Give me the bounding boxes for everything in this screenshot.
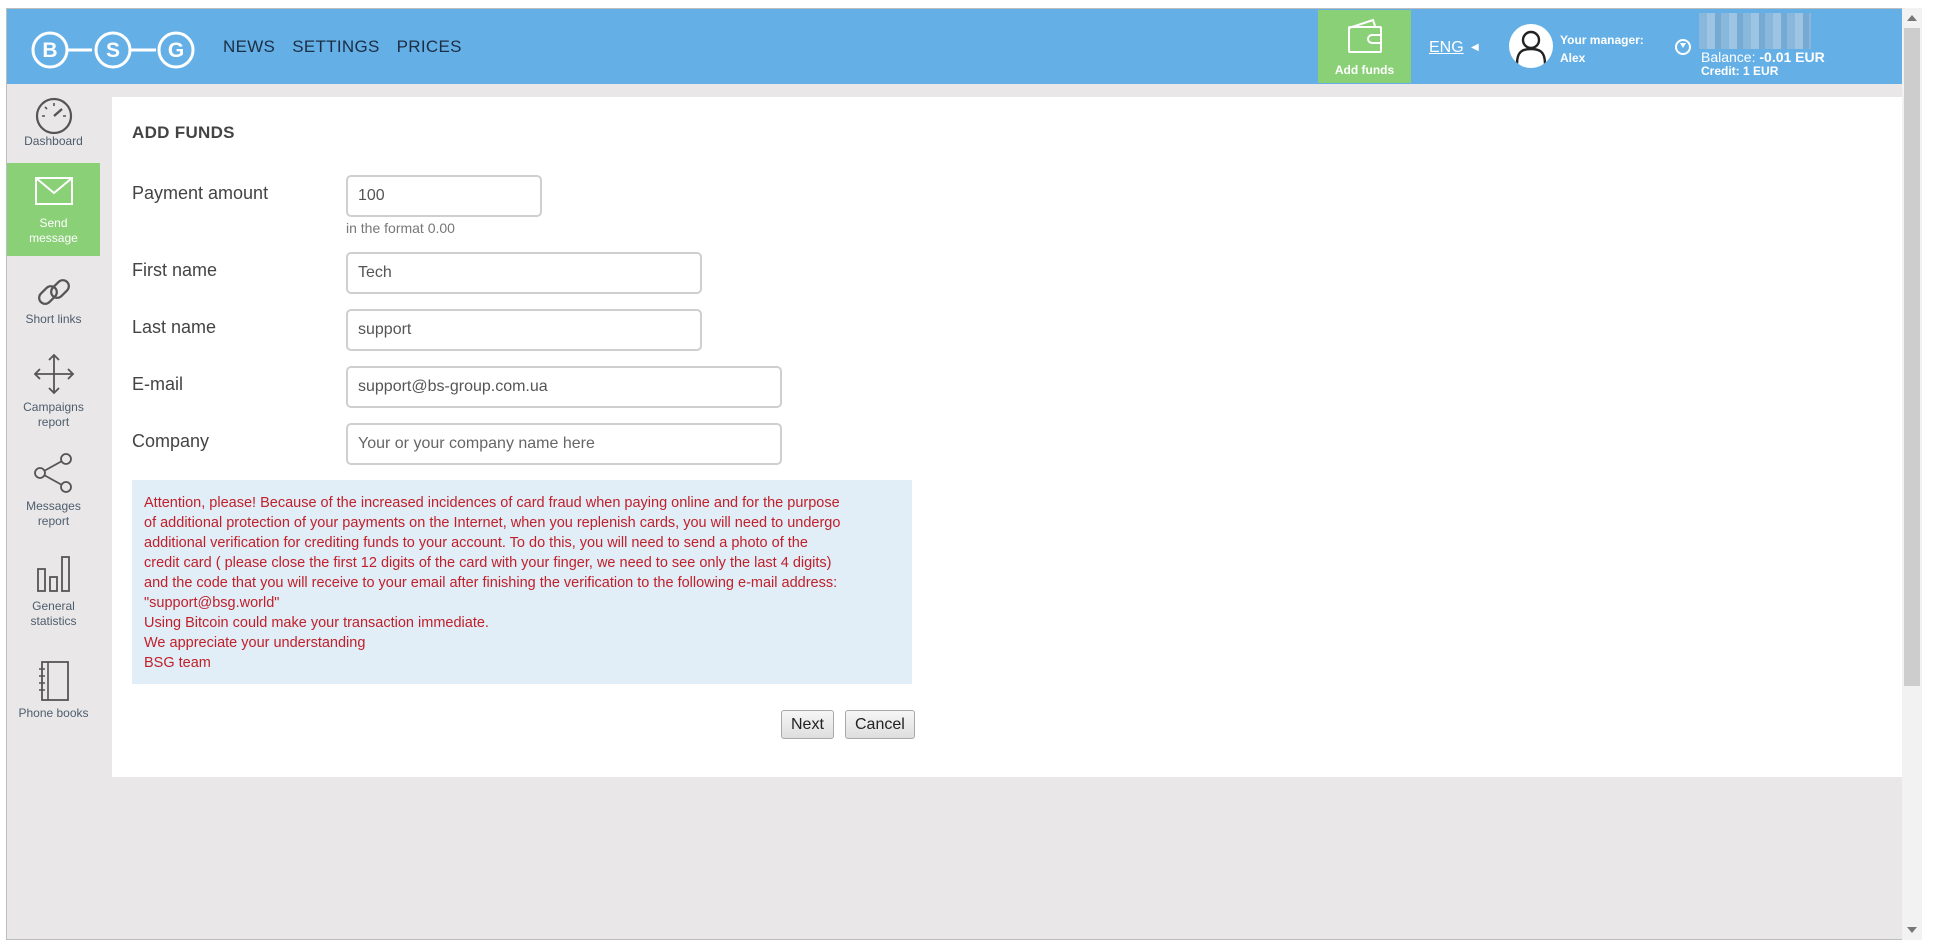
sidebar-item-label: Phone books xyxy=(18,706,89,720)
sidebar-item-label: Dashboard xyxy=(24,134,83,148)
link-icon xyxy=(37,279,70,305)
logo-letter-b: B xyxy=(42,39,57,62)
verification-notice: Attention, please! Because of the increa… xyxy=(132,480,912,684)
email-label: E-mail xyxy=(132,374,184,394)
share-icon xyxy=(33,453,72,493)
payment-amount-label: Payment amount xyxy=(132,183,269,203)
add-funds-panel: ADD FUNDS Payment amount in the format 0… xyxy=(112,97,1908,777)
user-icon xyxy=(1515,30,1547,65)
nav-settings[interactable]: SETTINGS xyxy=(292,37,379,57)
sidebar-item-label-line2: statistics xyxy=(30,614,77,628)
first-name-label: First name xyxy=(132,260,218,280)
notice-line: "support@bsg.world" xyxy=(144,595,280,611)
add-funds-button[interactable]: Add funds xyxy=(1318,10,1411,83)
sidebar-item-label: General xyxy=(32,599,75,613)
envelope-icon xyxy=(34,177,73,205)
notebook-icon xyxy=(38,661,69,701)
credit: Credit: 1 EUR xyxy=(1701,64,1778,78)
top-bar: B S G NEWS SETTINGS PRICES Add funds ENG… xyxy=(7,9,1908,84)
sidebar-item-label-line2: report xyxy=(37,514,70,528)
sidebar: Dashboard Send message Short links Campa… xyxy=(7,84,100,939)
email-input[interactable] xyxy=(346,366,782,408)
sidebar-item-short-links[interactable]: Short links xyxy=(7,272,100,334)
avatar xyxy=(1509,24,1553,68)
company-input[interactable] xyxy=(346,423,782,465)
sidebar-item-label: Send xyxy=(39,216,68,230)
notice-line: and the code that you will receive to yo… xyxy=(144,575,838,591)
payment-amount-hint: in the format 0.00 xyxy=(346,220,455,236)
sidebar-item-campaigns-report[interactable]: Campaigns report xyxy=(7,352,100,438)
notice-line: Using Bitcoin could make your transactio… xyxy=(144,615,489,631)
sidebar-item-dashboard[interactable]: Dashboard xyxy=(7,94,100,156)
sidebar-item-phone-books[interactable]: Phone books xyxy=(7,660,100,730)
bsg-logo[interactable]: B S G xyxy=(30,28,204,72)
company-label: Company xyxy=(132,431,210,451)
notice-line: Attention, please! Because of the increa… xyxy=(144,495,840,511)
first-name-input[interactable] xyxy=(346,252,702,294)
last-name-label: Last name xyxy=(132,317,217,337)
speedometer-icon xyxy=(35,97,72,134)
sidebar-item-label: Campaigns xyxy=(23,400,84,414)
balance-value: -0.01 EUR xyxy=(1759,49,1825,65)
caret-left-icon[interactable]: ◀ xyxy=(1471,42,1479,53)
app-window: B S G NEWS SETTINGS PRICES Add funds ENG… xyxy=(6,8,1909,940)
wallet-icon xyxy=(1348,18,1382,53)
notice-line: credit card ( please close the first 12 … xyxy=(144,555,832,571)
last-name-input[interactable] xyxy=(346,309,702,351)
next-button[interactable]: Next xyxy=(781,710,834,739)
credit-value: 1 EUR xyxy=(1743,64,1779,78)
nav-prices[interactable]: PRICES xyxy=(397,37,462,57)
cancel-button[interactable]: Cancel xyxy=(845,710,915,739)
notice-line: additional verification for crediting fu… xyxy=(144,535,808,551)
vertical-scrollbar[interactable] xyxy=(1902,8,1922,940)
balance: Balance: -0.01 EUR xyxy=(1701,49,1825,65)
scroll-thumb[interactable] xyxy=(1904,28,1920,686)
manager-name: Alex xyxy=(1560,51,1586,65)
manager-label: Your manager: xyxy=(1560,33,1644,47)
add-funds-label: Add funds xyxy=(1334,63,1395,77)
scroll-up-icon[interactable] xyxy=(1907,15,1917,21)
notice-line: We appreciate your understanding xyxy=(144,635,366,651)
payment-amount-input[interactable] xyxy=(346,175,542,217)
sidebar-item-label-line2: message xyxy=(29,231,78,245)
sidebar-item-general-statistics[interactable]: General statistics xyxy=(7,551,100,637)
notice-line: BSG team xyxy=(144,655,211,671)
balance-label: Balance: xyxy=(1701,49,1756,65)
sidebar-item-label: Short links xyxy=(25,312,82,326)
page-title: ADD FUNDS xyxy=(132,123,235,142)
move-arrows-icon xyxy=(33,353,74,395)
bar-chart-icon xyxy=(36,556,70,592)
sidebar-item-send-message[interactable]: Send message xyxy=(7,163,100,256)
balance-dropdown-icon[interactable] xyxy=(1675,39,1691,55)
nav-news[interactable]: NEWS xyxy=(223,37,275,57)
sidebar-item-label-line2: report xyxy=(37,415,70,429)
sidebar-item-label: Messages xyxy=(26,499,81,513)
manager-info: Your manager: Alex xyxy=(1560,31,1644,67)
notice-line: of additional protection of your payment… xyxy=(144,515,841,531)
logo-letter-g: G xyxy=(168,39,184,62)
sidebar-item-messages-report[interactable]: Messages report xyxy=(7,451,100,537)
credit-label: Credit: xyxy=(1701,64,1740,78)
account-id-redacted xyxy=(1699,13,1811,49)
language-selector[interactable]: ENG xyxy=(1429,39,1464,57)
top-nav: NEWS SETTINGS PRICES xyxy=(223,9,462,84)
scroll-down-icon[interactable] xyxy=(1907,927,1917,933)
logo-letter-s: S xyxy=(106,39,120,62)
